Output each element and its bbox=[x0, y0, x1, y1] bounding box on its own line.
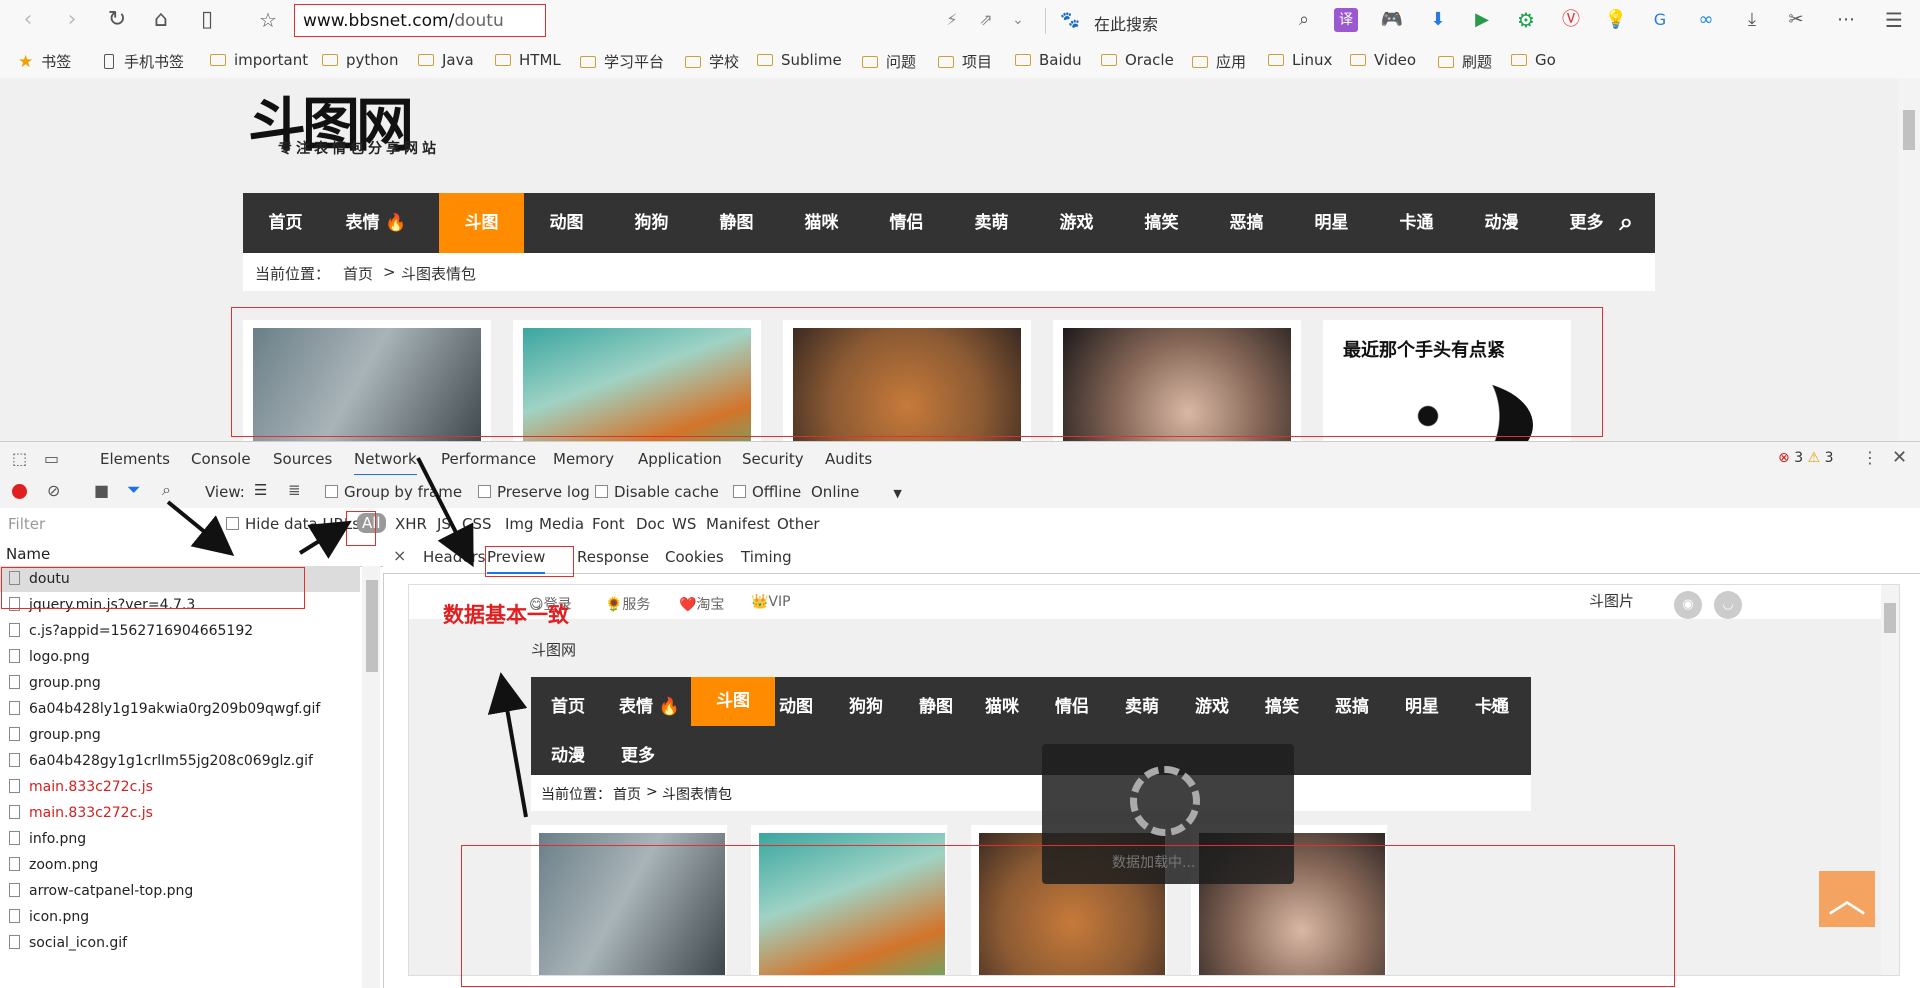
annotation-arrows bbox=[166, 457, 528, 818]
arrow-to-preview-tab bbox=[416, 457, 474, 568]
arrow-to-preview-content bbox=[487, 672, 528, 818]
arrow-to-all-filter bbox=[298, 520, 352, 559]
arrow-to-request bbox=[166, 500, 235, 557]
